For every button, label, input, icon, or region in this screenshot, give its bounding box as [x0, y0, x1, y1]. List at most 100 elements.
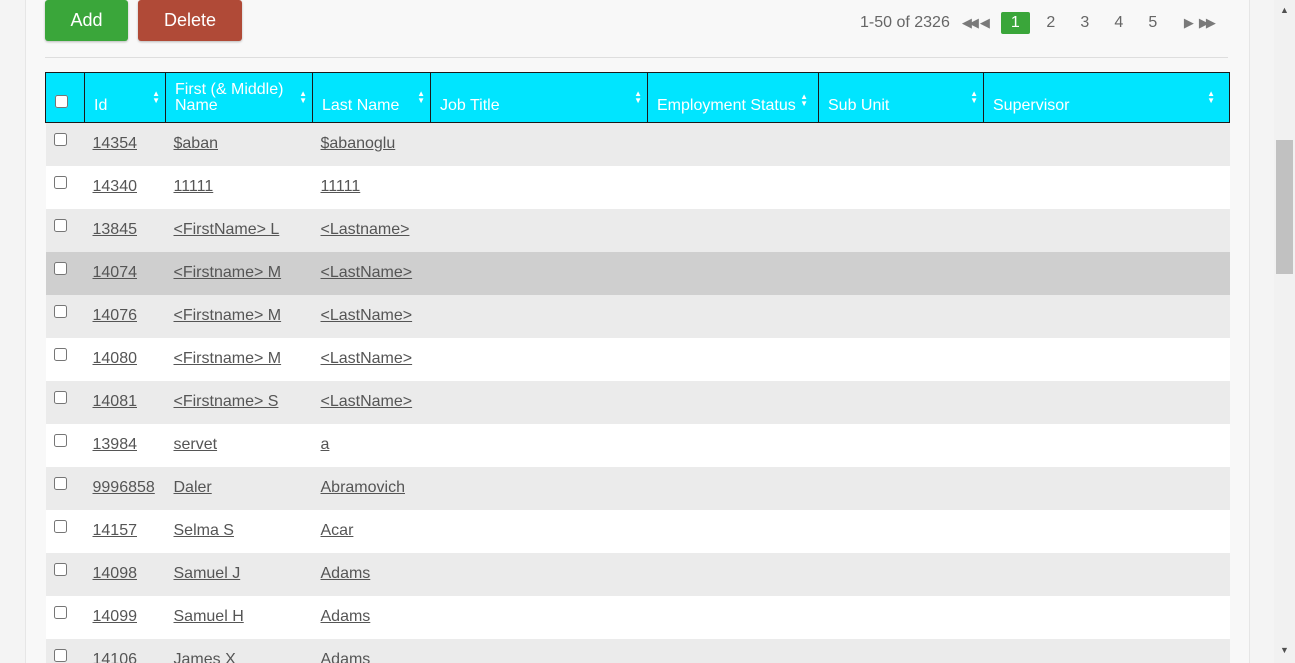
- table-row[interactable]: 14076 <Firstname> M <LastName>: [45, 294, 1230, 338]
- first-name-link[interactable]: <Firstname> M: [174, 307, 282, 324]
- row-checkbox[interactable]: [53, 649, 67, 662]
- employee-id-link[interactable]: 14354: [93, 135, 138, 152]
- table-row[interactable]: 14354 $aban $abanoglu: [45, 122, 1230, 166]
- table-row[interactable]: 9996858 Daler Abramovich: [45, 466, 1230, 510]
- employee-id-link[interactable]: 14098: [93, 565, 138, 582]
- employee-id-link[interactable]: 14081: [93, 393, 138, 410]
- table-row[interactable]: 13984 servet a: [45, 423, 1230, 467]
- scroll-up-icon[interactable]: ▲: [1274, 5, 1295, 15]
- page-link[interactable]: 5: [1138, 14, 1168, 32]
- employee-id-link[interactable]: 14106: [93, 651, 138, 663]
- last-name-link[interactable]: <LastName>: [321, 264, 413, 281]
- column-header-supervisor[interactable]: Supervisor ▲ ▼: [983, 72, 1230, 123]
- sort-icon[interactable]: ▲ ▼: [152, 90, 160, 105]
- row-checkbox[interactable]: [53, 176, 67, 189]
- column-header-first-name[interactable]: First (& Middle) Name ▲ ▼: [165, 72, 313, 123]
- supervisor-cell: [984, 338, 1230, 381]
- employee-id-link[interactable]: 14340: [93, 178, 138, 195]
- table-row[interactable]: 14099 Samuel H Adams: [45, 595, 1230, 639]
- employee-id-link[interactable]: 14076: [93, 307, 138, 324]
- column-header-last-name[interactable]: Last Name ▲ ▼: [312, 72, 431, 123]
- prev-page-icon[interactable]: ◀: [980, 15, 990, 31]
- employee-id-link[interactable]: 14080: [93, 350, 138, 367]
- last-name-link[interactable]: Acar: [321, 522, 354, 539]
- column-header-job-title[interactable]: Job Title ▲ ▼: [430, 72, 648, 123]
- row-checkbox[interactable]: [53, 477, 67, 490]
- first-name-link[interactable]: <Firstname> S: [174, 393, 279, 410]
- row-checkbox[interactable]: [53, 348, 67, 361]
- sort-icon[interactable]: ▲ ▼: [417, 90, 425, 105]
- first-name-link[interactable]: Selma S: [174, 522, 234, 539]
- employee-id-link[interactable]: 14157: [93, 522, 138, 539]
- table-row[interactable]: 13845 <FirstName> L <Lastname>: [45, 208, 1230, 252]
- sort-icon[interactable]: ▲ ▼: [634, 90, 642, 105]
- select-all-checkbox[interactable]: [55, 95, 68, 108]
- column-header-id[interactable]: Id ▲ ▼: [84, 72, 166, 123]
- sort-icon[interactable]: ▲ ▼: [1207, 90, 1215, 105]
- first-name-link[interactable]: servet: [174, 436, 218, 453]
- last-name-link[interactable]: <LastName>: [321, 393, 413, 410]
- page-link[interactable]: 4: [1104, 14, 1134, 32]
- row-checkbox[interactable]: [53, 133, 67, 147]
- column-header-sub-unit[interactable]: Sub Unit ▲ ▼: [818, 72, 984, 123]
- last-name-link[interactable]: Adams: [321, 565, 371, 582]
- last-name-link[interactable]: <LastName>: [321, 307, 413, 324]
- sub-unit-cell: [819, 252, 984, 295]
- table-row[interactable]: 14106 James X Adams: [45, 638, 1230, 663]
- employee-id-link[interactable]: 14074: [93, 264, 138, 281]
- table-row[interactable]: 14074 <Firstname> M <LastName>: [45, 251, 1230, 295]
- sort-icon[interactable]: ▲ ▼: [970, 90, 978, 105]
- scroll-down-icon[interactable]: ▼: [1274, 645, 1295, 655]
- page-current[interactable]: 1: [1000, 12, 1030, 34]
- first-name-link[interactable]: Samuel J: [174, 565, 241, 582]
- first-name-link[interactable]: <FirstName> L: [174, 221, 280, 238]
- last-name-link[interactable]: <Lastname>: [321, 221, 410, 238]
- row-checkbox[interactable]: [53, 219, 67, 232]
- table-row[interactable]: 14098 Samuel J Adams: [45, 552, 1230, 596]
- supervisor-cell: [984, 424, 1230, 467]
- row-checkbox[interactable]: [53, 434, 67, 447]
- row-checkbox[interactable]: [53, 563, 67, 576]
- row-checkbox[interactable]: [53, 262, 67, 275]
- last-name-link[interactable]: Adams: [321, 608, 371, 625]
- page-link[interactable]: 3: [1070, 14, 1100, 32]
- first-name-link[interactable]: <Firstname> M: [174, 350, 282, 367]
- table-row[interactable]: 14080 <Firstname> M <LastName>: [45, 337, 1230, 381]
- last-name-link[interactable]: Abramovich: [321, 479, 405, 496]
- scrollbar-thumb[interactable]: [1276, 140, 1293, 274]
- employee-id-link[interactable]: 14099: [93, 608, 138, 625]
- delete-button[interactable]: Delete: [138, 0, 242, 41]
- last-page-icon[interactable]: ▶▶: [1199, 15, 1216, 31]
- employee-id-link[interactable]: 13984: [93, 436, 138, 453]
- employee-id-link[interactable]: 13845: [93, 221, 138, 238]
- row-checkbox[interactable]: [53, 391, 67, 404]
- last-name-link[interactable]: $abanoglu: [321, 135, 396, 152]
- vertical-scrollbar[interactable]: ▲ ▼: [1274, 0, 1295, 663]
- employee-id-link[interactable]: 9996858: [93, 479, 155, 496]
- first-name-link[interactable]: $aban: [174, 135, 219, 152]
- first-name-link[interactable]: Daler: [174, 479, 212, 496]
- first-name-link[interactable]: <Firstname> M: [174, 264, 282, 281]
- first-name-link[interactable]: 11111: [174, 178, 214, 195]
- last-name-link[interactable]: 11111: [321, 178, 361, 195]
- sort-icon[interactable]: ▲ ▼: [800, 93, 808, 108]
- last-name-link[interactable]: <LastName>: [321, 350, 413, 367]
- first-name-link[interactable]: Samuel H: [174, 608, 244, 625]
- row-checkbox[interactable]: [53, 305, 67, 318]
- employment-status-cell: [648, 596, 819, 639]
- last-name-link[interactable]: Adams: [321, 651, 371, 663]
- column-header-employment-status[interactable]: Employment Status ▲ ▼: [647, 72, 819, 123]
- last-name-link[interactable]: a: [321, 436, 330, 453]
- add-button[interactable]: Add: [45, 0, 128, 41]
- first-page-icon[interactable]: ◀◀: [962, 15, 979, 31]
- sort-icon[interactable]: ▲ ▼: [299, 90, 307, 105]
- page-link[interactable]: 2: [1036, 14, 1066, 32]
- first-name-link[interactable]: James X: [174, 651, 236, 663]
- employment-status-cell: [648, 381, 819, 424]
- table-row[interactable]: 14157 Selma S Acar: [45, 509, 1230, 553]
- row-checkbox[interactable]: [53, 520, 67, 533]
- next-page-icon[interactable]: ▶: [1184, 15, 1194, 31]
- table-row[interactable]: 14340 11111 11111: [45, 165, 1230, 209]
- table-row[interactable]: 14081 <Firstname> S <LastName>: [45, 380, 1230, 424]
- row-checkbox[interactable]: [53, 606, 67, 619]
